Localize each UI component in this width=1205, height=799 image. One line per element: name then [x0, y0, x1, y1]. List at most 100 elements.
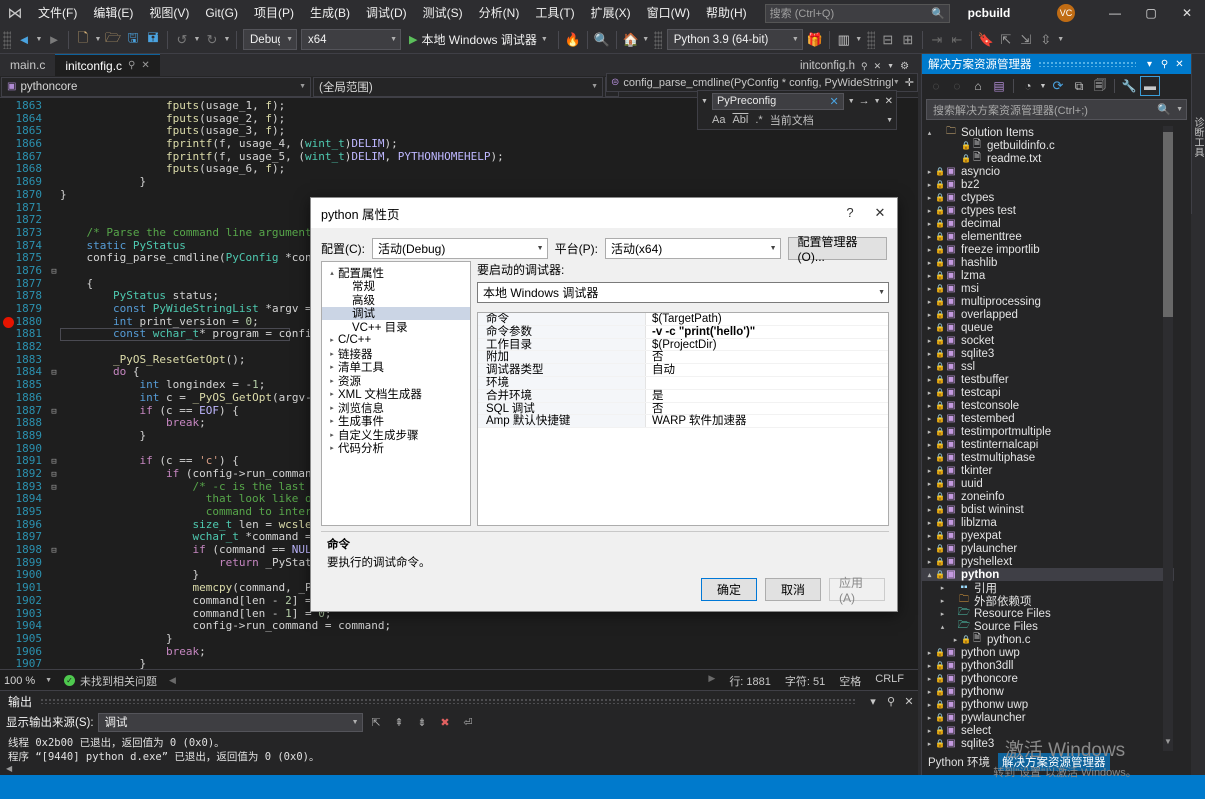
property-row[interactable]: Amp 默认快捷键 WARP 软件加速器	[478, 415, 888, 429]
tree-item[interactable]: ▸ 🔒 ▣ testconsole	[922, 399, 1174, 412]
fold-collapse-icon[interactable]: ⊟	[48, 469, 60, 482]
tree-item[interactable]: ▸ 🔒 ▣ queue	[922, 321, 1174, 334]
chevron-right-icon[interactable]: ▸	[326, 444, 338, 452]
zoom-level-combo[interactable]: 100 % ▼	[0, 672, 56, 690]
property-grid[interactable]: 命令 $(TargetPath) 命令参数 -v -c "print('hello')…	[477, 312, 889, 526]
chevron-right-icon[interactable]: ▸	[924, 506, 935, 514]
chevron-down-icon[interactable]: ▼	[887, 63, 894, 70]
tree-item[interactable]: ▸ 🔒 ▣ liblzma	[922, 516, 1174, 529]
pin-icon[interactable]: ⚲	[882, 695, 900, 708]
menu-item-文件f[interactable]: 文件(F)	[30, 0, 85, 26]
chevron-right-icon[interactable]: ▸	[924, 311, 935, 319]
tree-item[interactable]: ▸ 🔒 ▣ lzma	[922, 269, 1174, 282]
expand-replace-icon[interactable]: ▼	[701, 98, 708, 105]
tree-item[interactable]: ▸ 🔒 ▣ uuid	[922, 477, 1174, 490]
dialog-tree-item[interactable]: 高级	[326, 293, 470, 307]
property-row[interactable]: SQL 调试否	[478, 402, 888, 416]
chevron-right-icon[interactable]: ▸	[326, 390, 338, 398]
tree-item[interactable]: ▸ 🔒 ▣ socket	[922, 334, 1174, 347]
tree-item[interactable]: ▸ 🔒 ▣ overlapped	[922, 308, 1174, 321]
solution-explorer-search[interactable]: 搜索解决方案资源管理器(Ctrl+;) 🔍 ▼	[926, 99, 1187, 120]
find-message-icon[interactable]: ⇱	[367, 713, 386, 732]
tree-item[interactable]: ▸ 🔒 ▣ pywlauncher	[922, 711, 1174, 724]
tab-python-environments[interactable]: Python 环境	[928, 754, 990, 770]
tree-item[interactable]: 🔒 🗎 getbuildinfo.c	[922, 139, 1174, 152]
comment-icon[interactable]: ⊟	[878, 29, 898, 51]
chevron-down-icon[interactable]: ▼	[1039, 76, 1047, 96]
tree-item[interactable]: ▸ 🔒 ▣ testinternalcapi	[922, 438, 1174, 451]
dialog-tree-item[interactable]: 常规	[326, 280, 470, 293]
chevron-right-icon[interactable]: ▸	[924, 675, 935, 683]
dialog-tree-item[interactable]: ▴ 配置属性	[326, 266, 470, 280]
chevron-right-icon[interactable]: ▸	[924, 688, 935, 696]
apply-button[interactable]: 应用(A)	[829, 576, 885, 605]
editor-tab-initconfig-c[interactable]: initconfig.c ⚲ ✕	[55, 54, 160, 76]
menu-item-gitg[interactable]: Git(G)	[197, 0, 246, 26]
pin-icon[interactable]: ⚲	[1157, 59, 1172, 70]
chevron-right-icon[interactable]: ▸	[924, 662, 935, 670]
chevron-right-icon[interactable]: ▸	[924, 324, 935, 332]
chevron-right-icon[interactable]: ▸	[924, 376, 935, 384]
dialog-tree-item[interactable]: ▸ 代码分析	[326, 442, 470, 455]
panel-drag-handle[interactable]	[40, 698, 856, 704]
fold-collapse-icon[interactable]: ⊟	[48, 266, 60, 279]
preview-changes-icon[interactable]: 🔍	[592, 29, 612, 51]
help-icon[interactable]: ?	[835, 199, 865, 227]
match-case-icon[interactable]: Aa	[712, 114, 725, 126]
output-horizontal-scrollbar[interactable]: ◀	[0, 762, 918, 775]
panel-options-icon[interactable]: ▾	[864, 695, 882, 708]
chevron-right-icon[interactable]: ▸	[924, 519, 935, 527]
property-value[interactable]: 否	[646, 351, 888, 363]
tree-item[interactable]: ▸ 🔒 ▣ pythonw uwp	[922, 698, 1174, 711]
chevron-right-icon[interactable]: ▸	[924, 545, 935, 553]
dialog-close-icon[interactable]: ✕	[865, 199, 895, 227]
split-view-icon[interactable]: ✛	[900, 76, 914, 89]
dialog-platform-combo[interactable]: 活动(x64) ▼	[604, 238, 781, 259]
chevron-right-icon[interactable]: ▸	[924, 480, 935, 488]
platform-combo[interactable]: x64 ▼	[301, 29, 401, 50]
layout-window-icon[interactable]: ▥	[834, 29, 854, 51]
user-avatar[interactable]: VC	[1057, 4, 1075, 22]
find-input[interactable]: PyPreconfig ✕	[711, 92, 844, 110]
navigate-backward-dropdown-icon[interactable]: ▼	[34, 36, 44, 43]
chevron-right-icon[interactable]: ▸	[924, 714, 935, 722]
previous-bookmark-icon[interactable]: ⇱	[996, 29, 1016, 51]
tree-item[interactable]: ▸ 🔒 ▣ python uwp	[922, 646, 1174, 659]
property-row[interactable]: 命令 $(TargetPath)	[478, 313, 888, 326]
chevron-right-icon[interactable]: ▸	[924, 649, 935, 657]
property-value[interactable]: -v -c "print('hello')"	[646, 326, 888, 338]
property-row[interactable]: 命令参数 -v -c "print('hello')"	[478, 325, 888, 339]
next-bookmark-icon[interactable]: ⇲	[1016, 29, 1036, 51]
hot-reload-icon[interactable]: 🔥	[563, 29, 583, 51]
chevron-down-icon[interactable]: ▴	[924, 129, 935, 137]
chevron-right-icon[interactable]: ▸	[924, 337, 935, 345]
clear-all-icon[interactable]: ✖	[436, 713, 455, 732]
chevron-right-icon[interactable]: ▸	[937, 584, 948, 592]
menu-item-帮助h[interactable]: 帮助(H)	[698, 0, 755, 26]
tree-item[interactable]: ▸ 🔒 ▣ sqlite3	[922, 347, 1174, 360]
tree-item[interactable]: ▸ 🔒 ▣ decimal	[922, 217, 1174, 230]
menu-item-窗口w[interactable]: 窗口(W)	[639, 0, 698, 26]
pin-icon[interactable]: ⚲	[128, 60, 135, 71]
show-all-files-icon[interactable]: ◔	[1018, 76, 1038, 96]
chevron-right-icon[interactable]: ▸	[924, 220, 935, 228]
solution-tree[interactable]: ▴ 🗀 Solution Items 🔒 🗎 getbuildinfo.c 🔒 🗎 readme…	[922, 126, 1174, 751]
fold-collapse-icon[interactable]: ⊟	[48, 545, 60, 558]
chevron-right-icon[interactable]: ▸	[924, 441, 935, 449]
tree-item[interactable]: ▸ 🔒 ▣ pylauncher	[922, 542, 1174, 555]
tree-item[interactable]: ▴ 🗁 Source Files	[922, 620, 1174, 633]
toggle-word-wrap-icon[interactable]: ⏎	[459, 713, 478, 732]
chevron-right-icon[interactable]: ▸	[326, 363, 338, 371]
chevron-down-icon[interactable]: ▼	[1171, 106, 1183, 113]
chevron-right-icon[interactable]: ▸	[924, 727, 935, 735]
global-search-box[interactable]: 搜索 (Ctrl+Q) 🔍	[764, 3, 950, 23]
outdent-icon[interactable]: ⇤	[947, 29, 967, 51]
property-value[interactable]: 自动	[646, 364, 888, 376]
menu-item-视图v[interactable]: 视图(V)	[141, 0, 197, 26]
chevron-right-icon[interactable]: ▸	[924, 259, 935, 267]
indent-icon[interactable]: ⇥	[927, 29, 947, 51]
tree-item[interactable]: ▸ 🔒 ▣ pythonw	[922, 685, 1174, 698]
tree-item[interactable]: ▸🔒▣unicodedata	[922, 750, 1174, 752]
property-value[interactable]: $(TargetPath)	[646, 313, 888, 325]
tree-item[interactable]: ▸ 🔒 ▣ ctypes	[922, 191, 1174, 204]
